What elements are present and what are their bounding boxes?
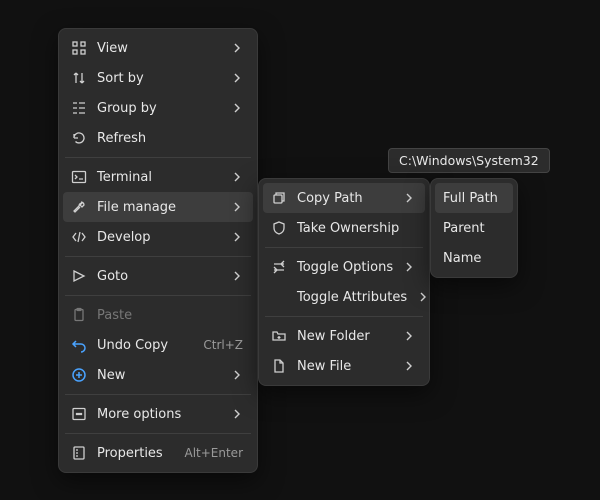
menu-label: New File <box>297 359 393 374</box>
menu-item-new[interactable]: New <box>63 360 253 390</box>
menu-label: More options <box>97 407 221 422</box>
menu-item-refresh[interactable]: Refresh <box>63 123 253 153</box>
menu-item-undo-copy[interactable]: Undo Copy Ctrl+Z <box>63 330 253 360</box>
menu-label: Terminal <box>97 170 221 185</box>
grid-icon <box>71 40 87 56</box>
menu-separator <box>65 394 251 395</box>
menu-label: Full Path <box>443 191 503 206</box>
chevron-right-icon <box>231 231 243 243</box>
menu-item-sort-by[interactable]: Sort by <box>63 63 253 93</box>
menu-item-new-folder[interactable]: New Folder <box>263 321 425 351</box>
path-tooltip-text: C:\Windows\System32 <box>399 153 539 168</box>
chevron-right-icon <box>231 408 243 420</box>
menu-item-new-file[interactable]: New File <box>263 351 425 381</box>
folder-plus-icon <box>271 328 287 344</box>
chevron-right-icon <box>403 330 415 342</box>
refresh-icon <box>71 130 87 146</box>
chevron-right-icon <box>231 369 243 381</box>
group-icon <box>71 100 87 116</box>
menu-separator <box>65 157 251 158</box>
menu-label: Undo Copy <box>97 338 193 353</box>
menu-label: Refresh <box>97 131 243 146</box>
menu-item-toggle-options[interactable]: Toggle Options <box>263 252 425 282</box>
menu-item-file-manage[interactable]: File manage <box>63 192 253 222</box>
context-menu-primary: View Sort by Group by Refresh Terminal <box>58 28 258 473</box>
menu-label: New Folder <box>297 329 393 344</box>
menu-label: Toggle Attributes <box>297 290 407 305</box>
menu-label: File manage <box>97 200 221 215</box>
blank-icon <box>271 289 287 305</box>
menu-item-goto[interactable]: Goto <box>63 261 253 291</box>
terminal-icon <box>71 169 87 185</box>
menu-label: Paste <box>97 308 243 323</box>
menu-item-copy-path[interactable]: Copy Path <box>263 183 425 213</box>
menu-item-name[interactable]: Name <box>435 243 513 273</box>
menu-label: Toggle Options <box>297 260 393 275</box>
chevron-right-icon <box>231 72 243 84</box>
menu-item-toggle-attributes[interactable]: Toggle Attributes <box>263 282 425 312</box>
menu-label: Name <box>443 251 503 266</box>
chevron-right-icon <box>231 201 243 213</box>
menu-item-view[interactable]: View <box>63 33 253 63</box>
chevron-right-icon <box>403 360 415 372</box>
menu-label: Properties <box>97 446 174 461</box>
chevron-right-icon <box>417 291 429 303</box>
context-menu-file-manage: Copy Path Take Ownership Toggle Options … <box>258 178 430 386</box>
properties-icon <box>71 445 87 461</box>
menu-label: Take Ownership <box>297 221 415 236</box>
chevron-right-icon <box>231 42 243 54</box>
menu-item-take-ownership[interactable]: Take Ownership <box>263 213 425 243</box>
file-icon <box>271 358 287 374</box>
chevron-right-icon <box>231 270 243 282</box>
chevron-right-icon <box>403 261 415 273</box>
menu-item-terminal[interactable]: Terminal <box>63 162 253 192</box>
sort-icon <box>71 70 87 86</box>
copy-path-icon <box>271 190 287 206</box>
menu-label: Goto <box>97 269 221 284</box>
menu-item-group-by[interactable]: Group by <box>63 93 253 123</box>
menu-separator <box>265 247 423 248</box>
menu-label: Develop <box>97 230 221 245</box>
menu-item-full-path[interactable]: Full Path <box>435 183 513 213</box>
menu-label: View <box>97 41 221 56</box>
menu-label: New <box>97 368 221 383</box>
menu-separator <box>265 316 423 317</box>
chevron-right-icon <box>231 102 243 114</box>
menu-item-develop[interactable]: Develop <box>63 222 253 252</box>
menu-label: Group by <box>97 101 221 116</box>
menu-separator <box>65 295 251 296</box>
shield-icon <box>271 220 287 236</box>
menu-item-more-options[interactable]: More options <box>63 399 253 429</box>
menu-shortcut: Ctrl+Z <box>203 338 243 352</box>
plus-circle-icon <box>71 367 87 383</box>
chevron-right-icon <box>231 171 243 183</box>
menu-item-parent[interactable]: Parent <box>435 213 513 243</box>
menu-separator <box>65 433 251 434</box>
code-icon <box>71 229 87 245</box>
more-icon <box>71 406 87 422</box>
menu-item-paste: Paste <box>63 300 253 330</box>
menu-item-properties[interactable]: Properties Alt+Enter <box>63 438 253 468</box>
toggle-icon <box>271 259 287 275</box>
menu-shortcut: Alt+Enter <box>184 446 243 460</box>
menu-label: Copy Path <box>297 191 393 206</box>
wrench-icon <box>71 199 87 215</box>
context-menu-copy-path: Full Path Parent Name <box>430 178 518 278</box>
menu-label: Parent <box>443 221 503 236</box>
goto-icon <box>71 268 87 284</box>
undo-icon <box>71 337 87 353</box>
chevron-right-icon <box>403 192 415 204</box>
clipboard-icon <box>71 307 87 323</box>
menu-separator <box>65 256 251 257</box>
menu-label: Sort by <box>97 71 221 86</box>
path-tooltip: C:\Windows\System32 <box>388 148 550 173</box>
